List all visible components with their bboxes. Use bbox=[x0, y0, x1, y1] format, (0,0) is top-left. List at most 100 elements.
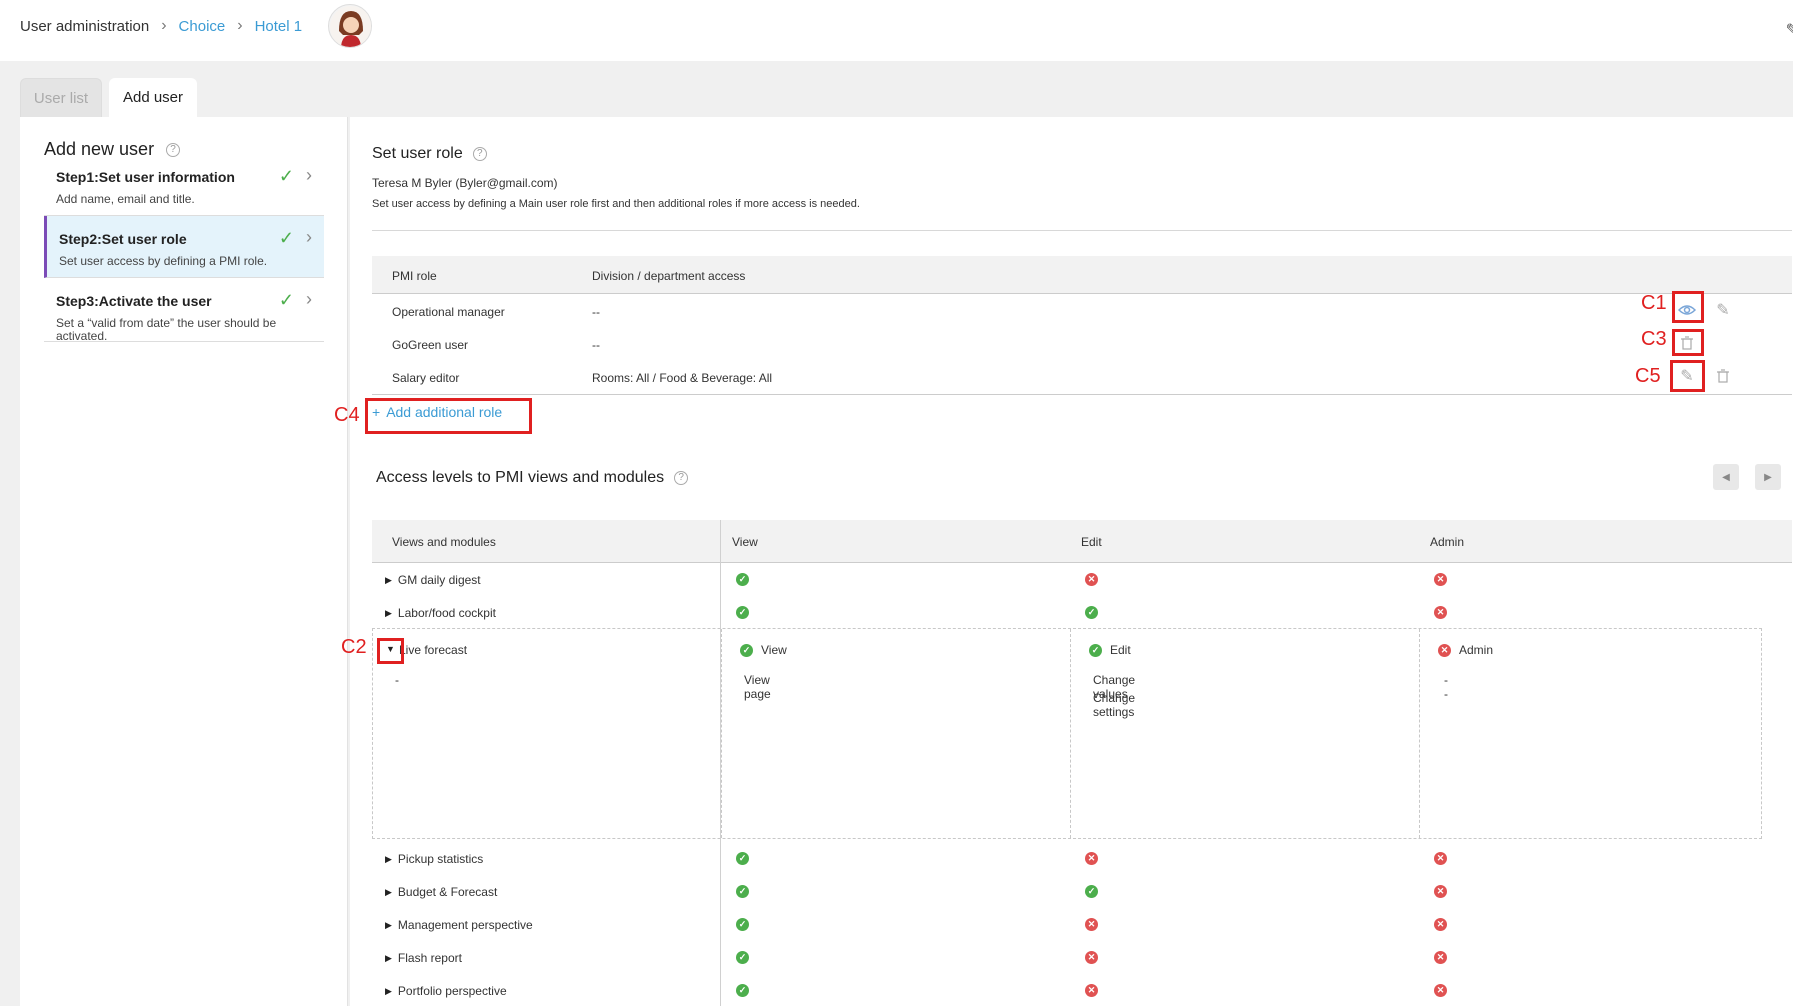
edit-column: ✓ Edit Change values Change settings bbox=[1070, 629, 1135, 838]
allowed-icon: ✓ bbox=[1085, 606, 1098, 619]
denied-icon: ✕ bbox=[1085, 951, 1098, 964]
table-row[interactable]: ▶ Labor/food cockpit ✓ ✓ ✕ bbox=[372, 596, 1792, 629]
role-access: -- bbox=[592, 338, 600, 352]
denied-icon: ✕ bbox=[1434, 951, 1447, 964]
user-identity: Teresa M Byler (Byler@gmail.com) bbox=[372, 176, 558, 190]
module-label: GM daily digest bbox=[397, 573, 481, 587]
caret-right-icon: ▶ bbox=[385, 886, 392, 897]
module-label: Portfolio perspective bbox=[397, 984, 507, 998]
role-name: Salary editor bbox=[392, 371, 460, 385]
set-user-role-heading: Set user role bbox=[372, 145, 463, 162]
check-icon: ✓ bbox=[278, 166, 294, 186]
annotation-label-c5: C5 bbox=[1635, 365, 1661, 387]
module-name: ▶ Management perspective bbox=[385, 918, 533, 932]
step-1[interactable]: Step1:Set user information Add name, ema… bbox=[44, 154, 324, 216]
role-table-header: PMI role Division / department access bbox=[372, 256, 1792, 294]
caret-right-icon: ▶ bbox=[385, 853, 392, 864]
edit-label: Edit bbox=[1110, 643, 1131, 657]
denied-icon: ✕ bbox=[1434, 885, 1447, 898]
help-icon[interactable]: ? bbox=[674, 471, 689, 485]
access-levels-heading: Access levels to PMI views and modules bbox=[376, 469, 665, 486]
module-name: Live forecast bbox=[399, 643, 467, 657]
step-3[interactable]: Step3:Activate the user Set a “valid fro… bbox=[44, 278, 324, 343]
annotation-box-c4 bbox=[365, 398, 532, 434]
top-header: User administration › Choice › Hotel 1 ✎ bbox=[0, 0, 1793, 61]
table-row[interactable]: ▶ Management perspective ✓ ✕ ✕ bbox=[372, 908, 1792, 941]
module-label: Management perspective bbox=[397, 918, 533, 932]
table-row[interactable]: ▶ GM daily digest ✓ ✕ ✕ bbox=[372, 563, 1792, 596]
role-name: GoGreen user bbox=[392, 338, 469, 352]
caret-right-icon: ▶ bbox=[385, 607, 392, 618]
admin-label: Admin bbox=[1459, 643, 1494, 657]
divider bbox=[372, 230, 1792, 231]
step-title: Step3:Activate the user bbox=[56, 293, 212, 309]
module-label: Labor/food cockpit bbox=[397, 606, 496, 620]
annotation-label-c4: C4 bbox=[334, 404, 360, 426]
tab-user-list[interactable]: User list bbox=[20, 78, 102, 117]
breadcrumb: User administration › Choice › Hotel 1 bbox=[20, 17, 302, 35]
role-row: GoGreen user -- bbox=[372, 328, 1792, 361]
module-name: ▶ Budget & Forecast bbox=[385, 885, 497, 899]
header-edit: Edit bbox=[1081, 535, 1102, 549]
header-admin: Admin bbox=[1430, 535, 1465, 549]
step-title: Step1:Set user information bbox=[56, 169, 235, 185]
denied-icon: ✕ bbox=[1085, 984, 1098, 997]
step-title: Step2:Set user role bbox=[59, 231, 187, 247]
caret-right-icon: ▶ bbox=[385, 985, 392, 996]
caret-right-icon: ▶ bbox=[385, 574, 392, 585]
scroll-right-button[interactable]: ▶ bbox=[1755, 464, 1781, 490]
chevron-right-icon: › bbox=[237, 17, 243, 34]
permission-item: Change settings bbox=[1093, 691, 1136, 719]
annotation-label-c3: C3 bbox=[1641, 328, 1667, 350]
scroll-left-button[interactable]: ◀ bbox=[1713, 464, 1739, 490]
set-user-role-title: Set user role ? bbox=[372, 145, 487, 163]
module-name: ▶ GM daily digest bbox=[385, 573, 481, 587]
help-icon[interactable]: ? bbox=[472, 147, 487, 161]
allowed-icon: ✓ bbox=[736, 573, 749, 586]
step-desc: Add name, email and title. bbox=[56, 192, 195, 206]
module-label: Flash report bbox=[397, 951, 462, 965]
steps-panel: Add new user ? Step1:Set user informatio… bbox=[20, 117, 348, 1006]
allowed-icon: ✓ bbox=[736, 984, 749, 997]
check-icon: ✓ bbox=[278, 228, 294, 248]
main-panel: Set user role ? Teresa M Byler (Byler@gm… bbox=[350, 117, 1793, 1006]
pencil-icon[interactable]: ✎ bbox=[1786, 20, 1793, 40]
module-name: ▶ Labor/food cockpit bbox=[385, 606, 496, 620]
allowed-icon: ✓ bbox=[740, 643, 753, 657]
breadcrumb-item-hotel[interactable]: Hotel 1 bbox=[255, 18, 303, 35]
header-pmi-role: PMI role bbox=[392, 269, 437, 283]
table-row[interactable]: ▶ Portfolio perspective ✓ ✕ ✕ bbox=[372, 974, 1792, 1006]
live-forecast-label: Live forecast bbox=[399, 643, 468, 657]
module-label: Budget & Forecast bbox=[397, 885, 498, 899]
denied-icon: ✕ bbox=[1085, 852, 1098, 865]
step-2[interactable]: Step2:Set user role Set user access by d… bbox=[44, 216, 324, 278]
allowed-icon: ✓ bbox=[736, 885, 749, 898]
table-row[interactable]: ▶ Budget & Forecast ✓ ✓ ✕ bbox=[372, 875, 1792, 908]
view-label: View bbox=[761, 643, 787, 657]
denied-icon: ✕ bbox=[1085, 573, 1098, 586]
annotation-label-c2: C2 bbox=[341, 636, 367, 658]
breadcrumb-root[interactable]: User administration bbox=[20, 18, 149, 35]
chevron-right-icon: › bbox=[306, 227, 312, 247]
breadcrumb-item-choice[interactable]: Choice bbox=[179, 18, 226, 35]
module-name: ▶ Pickup statistics bbox=[385, 852, 483, 866]
allowed-icon: ✓ bbox=[736, 606, 749, 619]
avatar[interactable] bbox=[328, 4, 372, 48]
allowed-icon: ✓ bbox=[736, 918, 749, 931]
access-levels-title: Access levels to PMI views and modules ? bbox=[376, 469, 689, 487]
chevron-right-icon: › bbox=[161, 17, 167, 34]
allowed-icon: ✓ bbox=[736, 951, 749, 964]
chevron-right-icon: › bbox=[306, 289, 312, 309]
role-row: Operational manager -- bbox=[372, 295, 1792, 328]
role-hint: Set user access by defining a Main user … bbox=[372, 198, 860, 210]
table-row[interactable]: ▶ Flash report ✓ ✕ ✕ bbox=[372, 941, 1792, 974]
table-row[interactable]: ▶ Pickup statistics ✓ ✕ ✕ bbox=[372, 842, 1792, 875]
denied-icon: ✕ bbox=[1434, 852, 1447, 865]
trash-icon[interactable] bbox=[1709, 362, 1737, 390]
admin-column: ✕ Admin -- bbox=[1419, 629, 1493, 838]
header-view: View bbox=[732, 535, 758, 549]
annotation-box-c3 bbox=[1672, 329, 1704, 356]
tab-add-user[interactable]: Add user bbox=[109, 78, 197, 117]
module-name: ▶ Portfolio perspective bbox=[385, 984, 507, 998]
pencil-icon[interactable]: ✎ bbox=[1709, 296, 1737, 324]
